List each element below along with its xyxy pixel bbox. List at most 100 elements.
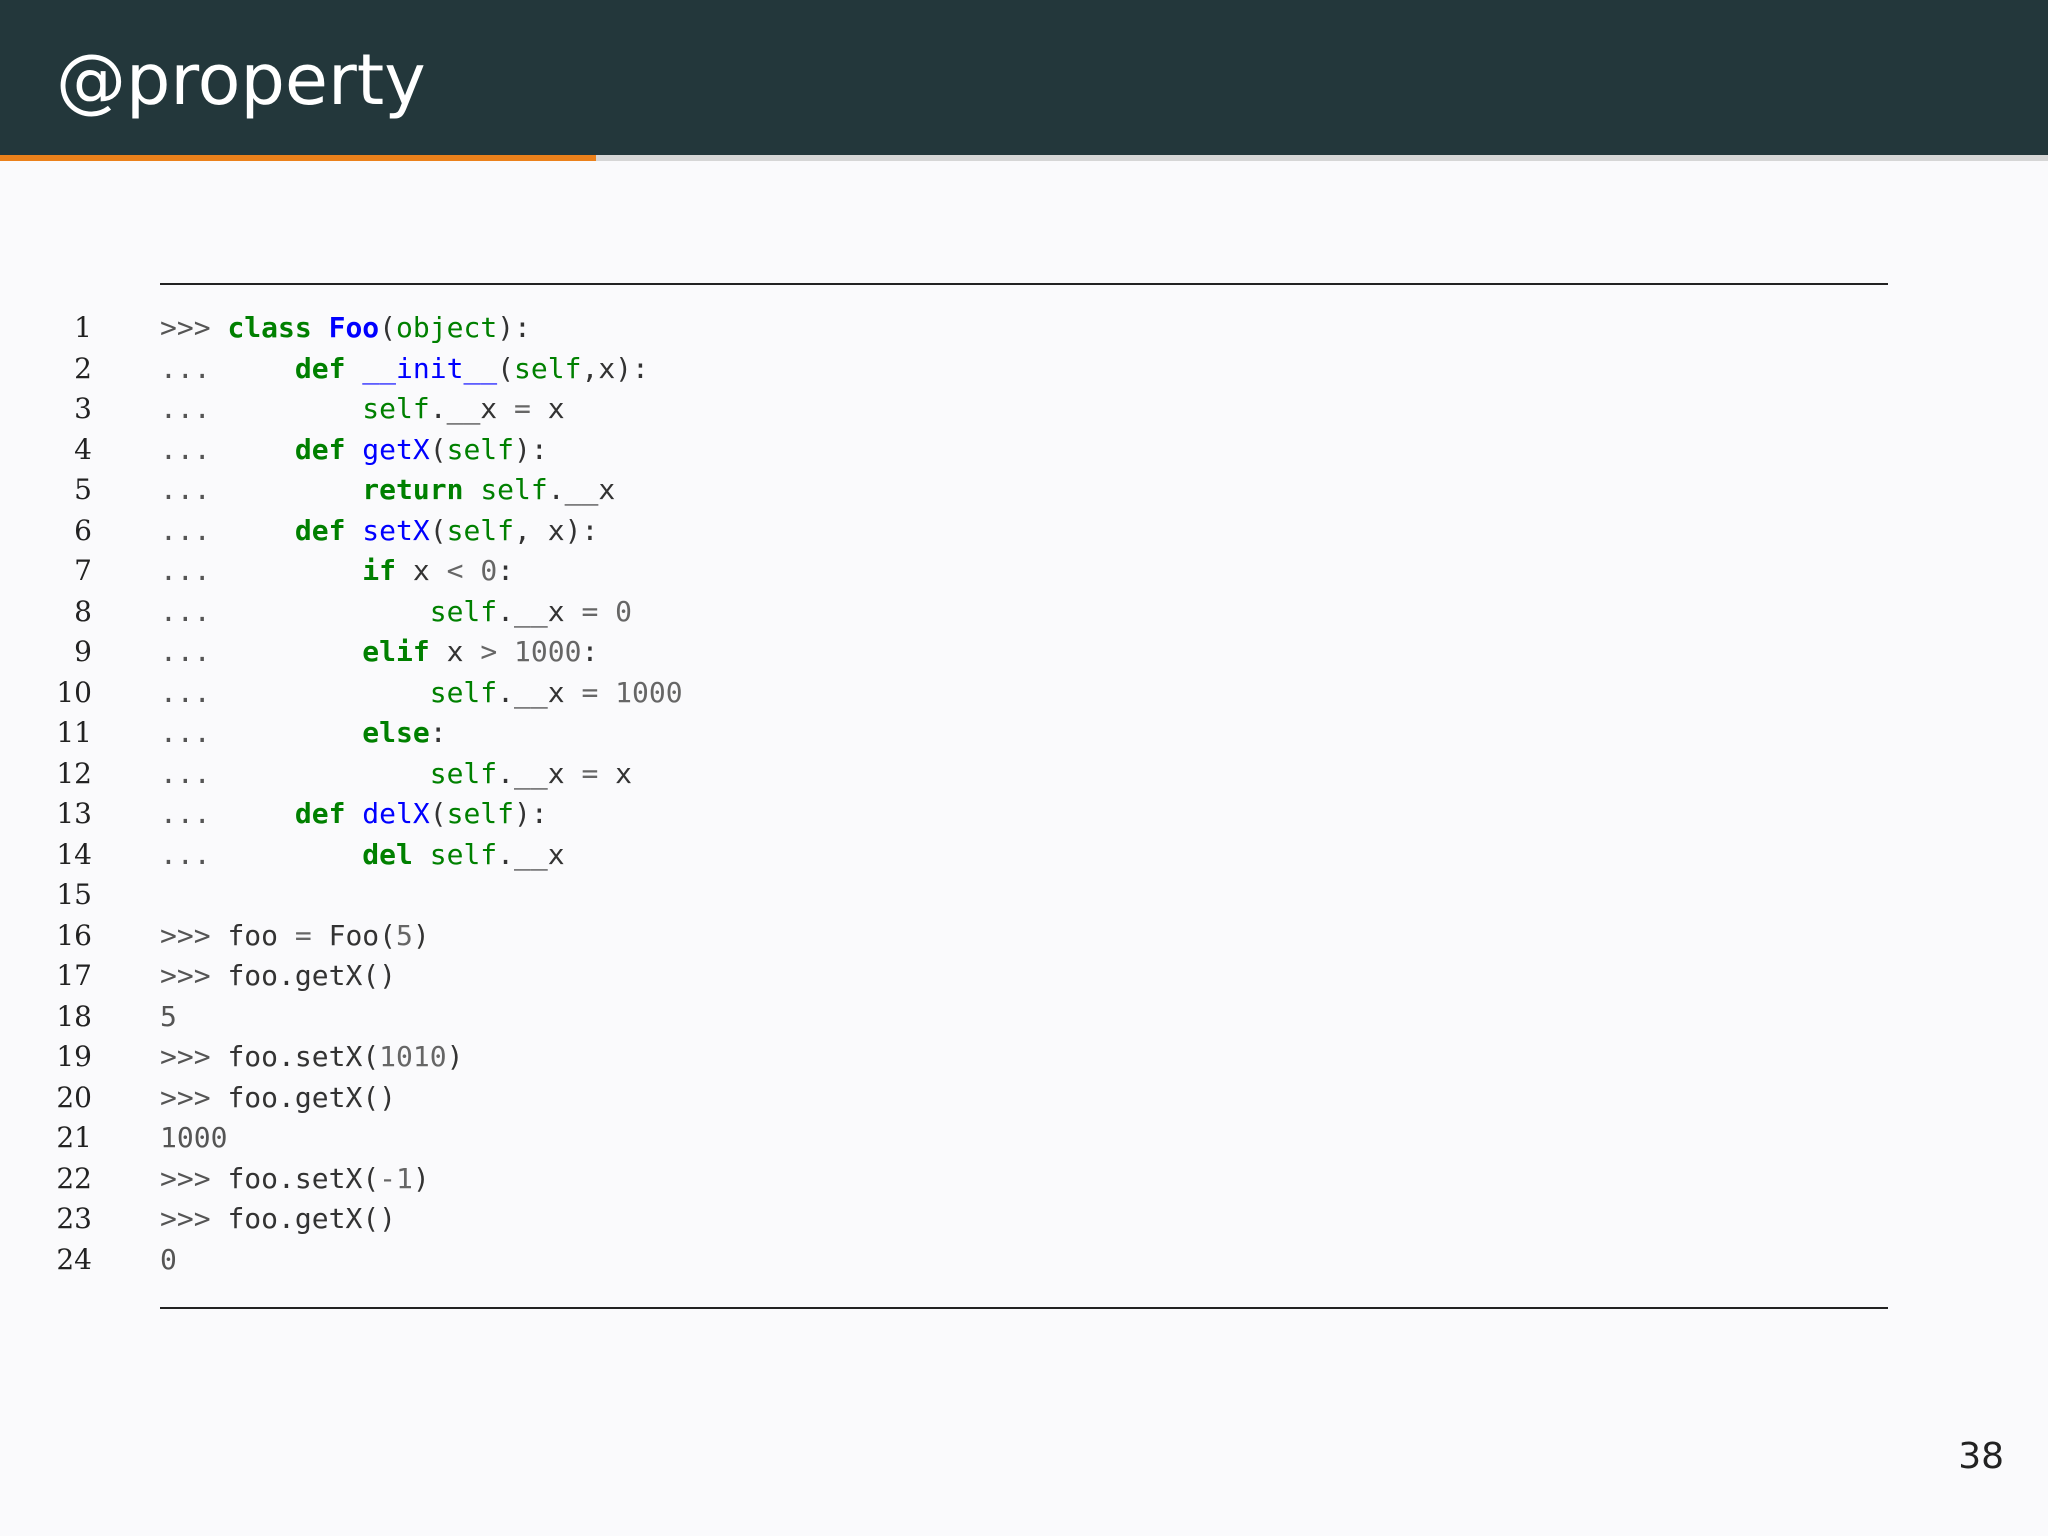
code-token: ... bbox=[160, 797, 295, 830]
line-number: 18 bbox=[56, 999, 92, 1033]
code-token: setX bbox=[362, 513, 430, 547]
code-token: foo bbox=[227, 1161, 279, 1195]
code-token: ( bbox=[497, 351, 515, 385]
code-token: getX bbox=[294, 1080, 363, 1114]
code-token: = bbox=[294, 918, 312, 952]
code-token: >>> bbox=[160, 1040, 228, 1073]
code-token: __x bbox=[514, 837, 565, 871]
code-text: ... elif x > 1000: bbox=[160, 632, 598, 673]
code-text: >>> foo = Foo(5) bbox=[160, 916, 430, 957]
code-line: 11 ... else: bbox=[0, 713, 2048, 754]
code-token: 1000 bbox=[160, 1121, 228, 1154]
code-token: ( bbox=[362, 1161, 380, 1195]
code-token: getX bbox=[294, 959, 363, 992]
code-token: 1 bbox=[396, 1161, 413, 1195]
code-text: ... self.__x = x bbox=[160, 389, 565, 430]
line-number: 17 bbox=[56, 959, 92, 992]
line-number: 4 bbox=[74, 432, 92, 466]
slide: @property 1 >>> class Foo(object): 2... de… bbox=[0, 0, 2048, 1536]
code-token: ... bbox=[160, 675, 430, 709]
code-line: 1 >>> class Foo(object): bbox=[0, 308, 2048, 349]
code-text: ... if x < 0: bbox=[160, 551, 514, 592]
code-token: __x bbox=[514, 594, 565, 628]
code-line: 4... def getX(self): bbox=[0, 430, 2048, 471]
code-token: - bbox=[379, 1161, 397, 1195]
code-token: ) bbox=[446, 1040, 464, 1073]
code-text: ... def setX(self, x): bbox=[160, 511, 598, 552]
code-text: >>> foo.setX(-1) bbox=[160, 1159, 430, 1200]
code-text: ... return self.__x bbox=[160, 470, 615, 511]
code-token: ... bbox=[160, 635, 363, 668]
code-text: >>> foo.setX(1010) bbox=[160, 1037, 463, 1078]
code-token: self bbox=[429, 594, 498, 628]
code-token: del bbox=[362, 837, 413, 871]
code-token: foo bbox=[227, 959, 279, 992]
line-number: 13 bbox=[56, 797, 92, 830]
code-token: , bbox=[581, 351, 599, 385]
code-token: 1000 bbox=[615, 675, 683, 709]
code-line: 8 ... self.__x = 0 bbox=[0, 592, 2048, 633]
code-text: >>> foo.getX() bbox=[160, 956, 396, 997]
code-text: ... else: bbox=[160, 713, 447, 754]
line-number: 21 bbox=[56, 1121, 92, 1154]
line-number: 8 bbox=[74, 594, 92, 628]
code-text: >>> class Foo(object): bbox=[160, 308, 531, 349]
line-number: 23 bbox=[56, 1202, 92, 1235]
code-token: x bbox=[547, 513, 565, 547]
code-token: ... bbox=[160, 554, 363, 587]
code-token: . bbox=[429, 392, 447, 425]
code-token: . bbox=[547, 473, 565, 506]
code-token: () bbox=[362, 1202, 397, 1235]
code-text: 0 bbox=[160, 1240, 177, 1281]
code-text: ... def __init__(self,x): bbox=[160, 349, 649, 390]
code-listing: 1 >>> class Foo(object): 2... def __init__… bbox=[0, 308, 2048, 1280]
code-token: getX bbox=[362, 432, 430, 466]
code-token: elif bbox=[362, 635, 430, 668]
code-text: ... def delX(self): bbox=[160, 794, 548, 835]
code-token: 5 bbox=[396, 918, 413, 952]
line-number: 2 bbox=[74, 351, 92, 385]
code-token: x bbox=[615, 756, 633, 790]
code-token: self bbox=[429, 837, 498, 871]
code-text: >>> foo.getX() bbox=[160, 1078, 396, 1119]
code-text: 5 bbox=[160, 997, 177, 1038]
code-token: () bbox=[362, 1080, 397, 1114]
line-number: 11 bbox=[56, 716, 92, 749]
code-token: def bbox=[294, 513, 346, 547]
code-token: self bbox=[429, 675, 498, 709]
code-token: >>> bbox=[160, 959, 228, 992]
code-line: 5... return self.__x bbox=[0, 470, 2048, 511]
code-token: self bbox=[480, 473, 548, 506]
code-token: . bbox=[278, 1080, 295, 1114]
code-token: getX bbox=[294, 1202, 363, 1235]
progress-bar-fill bbox=[0, 155, 596, 161]
code-text: ... del self.__x bbox=[160, 835, 565, 876]
code-token: ... bbox=[160, 594, 430, 628]
page-number: 38 bbox=[1958, 1436, 2004, 1477]
code-token: ): bbox=[615, 351, 649, 385]
code-token: __x bbox=[446, 392, 498, 425]
code-token: ) bbox=[412, 1161, 430, 1195]
code-line: 22 >>> foo.setX(-1) bbox=[0, 1159, 2048, 1200]
code-token: self bbox=[446, 513, 515, 547]
code-text: ... self.__x = 0 bbox=[160, 592, 632, 633]
line-number: 14 bbox=[56, 837, 92, 871]
code-token: foo bbox=[227, 1040, 279, 1073]
code-token: ( bbox=[429, 432, 447, 466]
code-token: def bbox=[294, 797, 346, 830]
code-line: 20 >>> foo.getX() bbox=[0, 1078, 2048, 1119]
line-number: 6 bbox=[74, 513, 92, 547]
slide-header: @property bbox=[0, 0, 2048, 155]
code-token: self bbox=[362, 392, 430, 425]
